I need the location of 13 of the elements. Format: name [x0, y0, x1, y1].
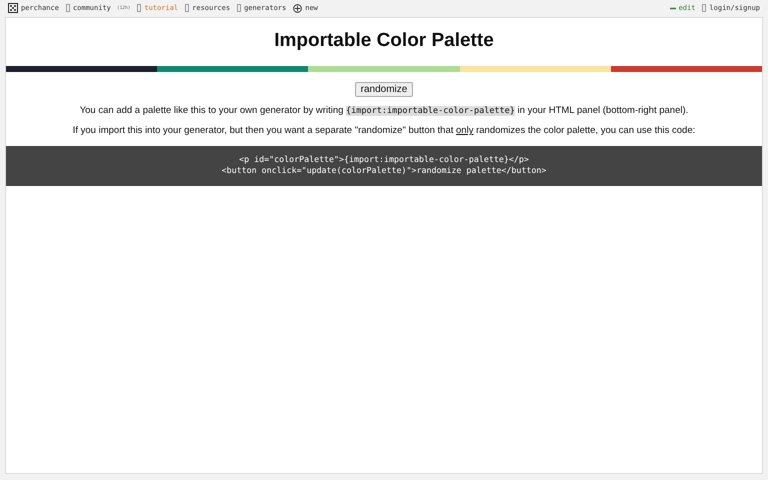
- box-icon: [237, 4, 242, 12]
- box-icon: [185, 4, 190, 12]
- box-icon: [702, 4, 706, 12]
- box-icon: [137, 4, 142, 12]
- add-icon: [293, 4, 302, 12]
- paragraph: You can add a palette like this to your own generator by writing {import:importable-color-palette} in your HTML panel (bottom-right panel).: [78, 104, 690, 118]
- box-icon: [66, 4, 70, 12]
- code-line: <button onclick="update(colorPalette)">randomize palette</button>: [220, 165, 548, 176]
- paragraph: If you import this into your generator, but then you want a separate "randomize" button that only randomizes the color palette, you can use this code:: [72, 124, 696, 138]
- die-icon: [8, 3, 18, 13]
- randomize-button[interactable]: randomize: [354, 82, 414, 97]
- page-title: Importable Color Palette: [273, 30, 495, 53]
- code-line: <p id="colorPalette">{import:importable-color-palette}</p>: [238, 154, 530, 165]
